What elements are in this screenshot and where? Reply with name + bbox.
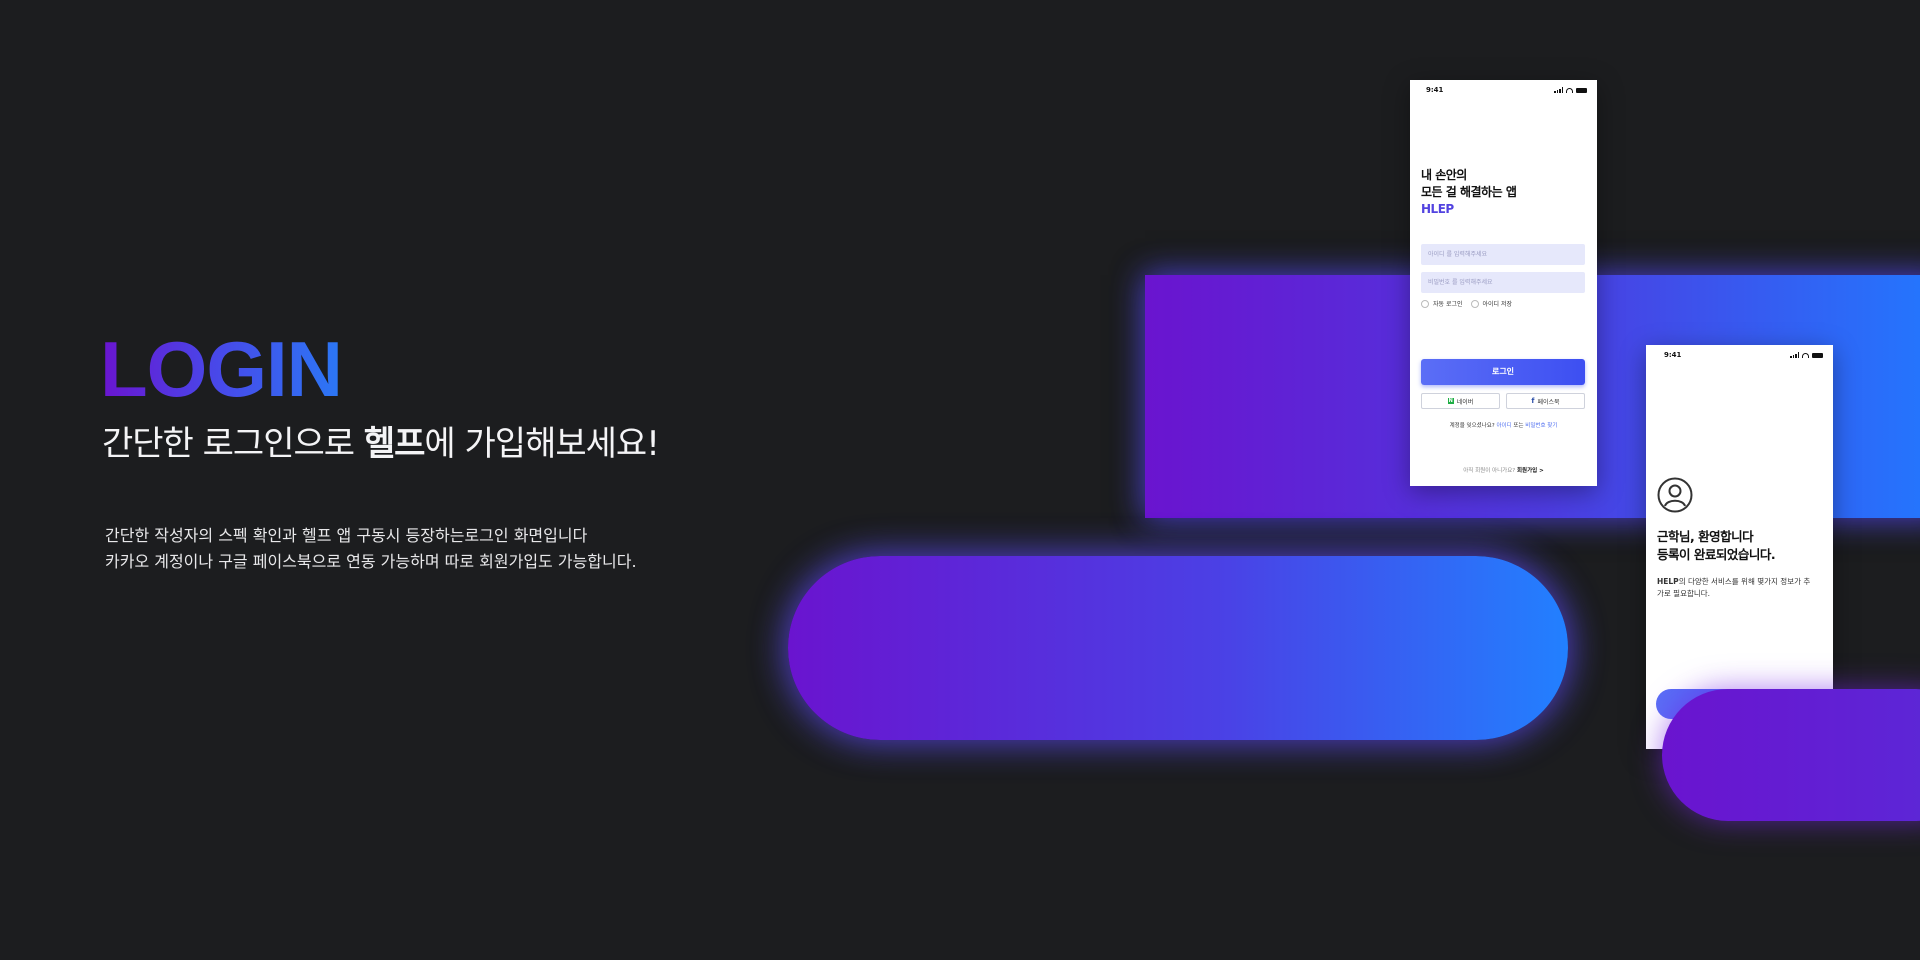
find-password-link[interactable]: 비밀번호 찾기 [1525, 423, 1557, 429]
signal-icon [1790, 352, 1799, 358]
hero-subtitle-pre: 간단한 로그인으로 [102, 424, 364, 464]
hero-description: 간단한 작성자의 스펙 확인과 헬프 앱 구동시 등장하는로그인 화면입니다 카… [105, 523, 637, 575]
auto-login-label: 자동 로그인 [1433, 301, 1463, 308]
battery-icon [1576, 87, 1587, 93]
battery-icon [1812, 352, 1823, 358]
signup-link[interactable]: 회원가입 > [1517, 468, 1544, 474]
login-options: 자동 로그인 아이디 저장 [1421, 299, 1512, 308]
login-heading-line1: 내 손안의 [1421, 168, 1467, 182]
welcome-desc-text: 의 다양한 서비스를 위해 몇가지 정보가 추가로 필요합니다. [1657, 577, 1811, 598]
status-icons [1554, 87, 1587, 93]
welcome-heading: 근학님, 환영합니다 등록이 완료되었습니다. [1657, 528, 1776, 564]
save-id-checkbox[interactable]: 아이디 저장 [1470, 299, 1513, 308]
welcome-heading-line2: 등록이 완료되었습니다. [1657, 547, 1776, 562]
status-icons [1790, 352, 1823, 358]
gradient-pill [788, 556, 1568, 740]
user-avatar-icon [1657, 477, 1693, 513]
welcome-desc-brand: HELP [1657, 577, 1679, 586]
hero-title: LOGIN [100, 325, 343, 413]
save-id-label: 아이디 저장 [1482, 301, 1513, 308]
signup-prompt: 아직 회원이 아니가요? 회원가입 > [1410, 466, 1597, 474]
naver-login-button[interactable]: N 네이버 [1421, 393, 1500, 409]
gradient-pill-small [1662, 689, 1920, 821]
login-button[interactable]: 로그인 [1421, 359, 1585, 385]
status-bar: 9:41 [1410, 84, 1597, 96]
naver-icon: N [1447, 398, 1454, 404]
welcome-heading-line1: 근학님, 환영합니다 [1657, 529, 1754, 544]
auto-login-checkbox[interactable]: 자동 로그인 [1421, 299, 1463, 308]
id-input[interactable]: 아이디 를 입력해주세요 [1421, 244, 1585, 265]
status-time: 9:41 [1664, 351, 1682, 359]
hero-subtitle-post: 에 가입해보세요! [424, 424, 659, 464]
login-phone-mockup: 9:41 내 손안의 모든 걸 해결하는 앱 HLEP 아이디 를 입력해주세요… [1410, 80, 1597, 486]
hero-subtitle-brand: 헬프 [363, 424, 426, 464]
naver-label: 네이버 [1456, 398, 1474, 406]
signup-text: 아직 회원이 아니가요? [1463, 468, 1516, 474]
password-input[interactable]: 비밀번호 를 입력해주세요 [1421, 272, 1585, 293]
welcome-description: HELP의 다양한 서비스를 위해 몇가지 정보가 추가로 필요합니다. [1657, 576, 1817, 600]
forgot-text: 계정을 잊으셨나요? [1449, 423, 1495, 429]
wifi-icon [1566, 87, 1573, 93]
facebook-icon: f [1531, 397, 1535, 405]
hero-description-line1: 간단한 작성자의 스펙 확인과 헬프 앱 구동시 등장하는로그인 화면입니다 [105, 526, 588, 545]
signal-icon [1554, 87, 1563, 93]
forgot-account: 계정을 잊으셨나요? 아이디 또는 비밀번호 찾기 [1410, 421, 1597, 429]
login-heading-line2: 모든 걸 해결하는 앱 [1421, 185, 1517, 199]
forgot-or: 또는 [1513, 423, 1524, 429]
facebook-label: 페이스북 [1537, 398, 1560, 406]
login-heading: 내 손안의 모든 걸 해결하는 앱 HLEP [1421, 167, 1517, 218]
checkbox-circle-icon [1421, 299, 1429, 308]
login-brand: HLEP [1421, 202, 1454, 216]
facebook-login-button[interactable]: f 페이스북 [1506, 393, 1585, 409]
checkbox-circle-icon [1470, 299, 1479, 308]
status-time: 9:41 [1426, 86, 1444, 94]
wifi-icon [1802, 352, 1809, 358]
status-bar: 9:41 [1646, 349, 1833, 361]
find-id-link[interactable]: 아이디 [1496, 423, 1511, 429]
hero-description-line2: 카카오 계정이나 구글 페이스북으로 연동 가능하며 따로 회원가입도 가능합니… [105, 552, 637, 571]
hero-subtitle: 간단한 로그인으로 헬프에 가입해보세요! [102, 422, 660, 466]
